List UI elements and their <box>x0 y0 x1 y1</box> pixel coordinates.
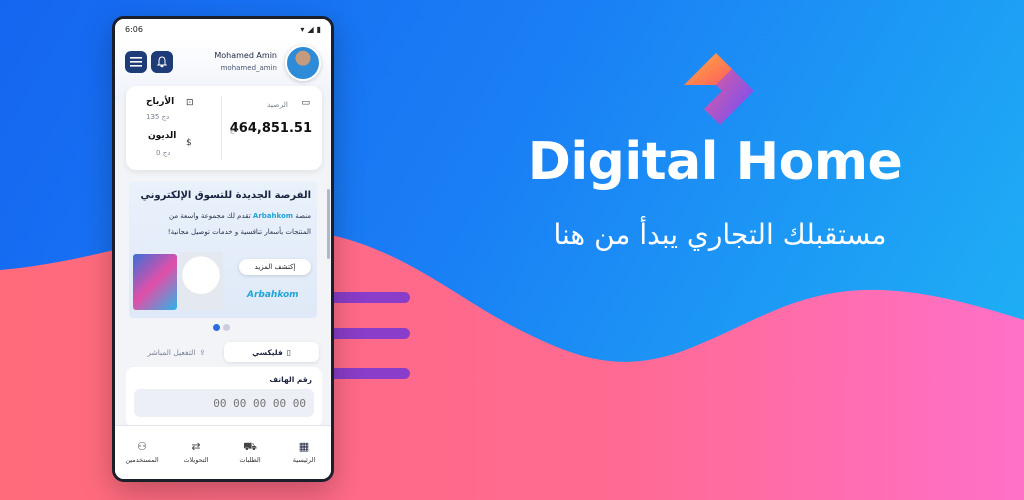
chevron-logo-icon <box>684 53 754 125</box>
money-bag-icon: $ <box>186 138 192 148</box>
menu-button[interactable] <box>125 51 147 73</box>
tab-direct-activation[interactable]: التفعيل المباشر ⇪ <box>129 342 224 362</box>
brand-tagline: مستقبلك التجاري يبدأ من هنا <box>553 218 887 251</box>
battery-icon: ▮ <box>316 24 321 34</box>
nav-orders[interactable]: ⛟ الطلبات <box>223 426 277 479</box>
debts-amount: 0 دج <box>156 149 171 157</box>
earnings-label: الأرباح <box>146 97 175 107</box>
phone-mockup: 6:06 ▾ ◢ ▮ Mohamed Amin mohamed_amin ▭ ا… <box>112 16 334 482</box>
user-handle: mohamed_amin <box>220 64 277 72</box>
balance-card: ▭ الرصيد 464,851.51 دج ⊡ الأرباح 135 دج … <box>126 86 322 170</box>
cart-icon: ⛟ <box>243 440 257 453</box>
decorative-dash <box>326 292 410 303</box>
tab-label: فليكسي <box>252 347 283 357</box>
wifi-icon: ▾ <box>300 24 305 34</box>
tab-flexy[interactable]: فليكسي ▯ <box>224 342 319 362</box>
promo-banner[interactable]: الفرصة الجديدة للتسوق الإلكتروني منصة Ar… <box>129 182 317 318</box>
balance-amount: 464,851.51 <box>229 121 312 136</box>
nav-transfers[interactable]: ⇄ التحويلات <box>169 426 223 479</box>
status-bar: 6:06 ▾ ◢ ▮ <box>115 19 331 39</box>
banner-brand-name: Arbahkom <box>252 212 294 220</box>
transfer-icon: ⇄ <box>191 440 201 453</box>
banner-text: تقدم لك مجموعة واسعة من <box>168 212 253 220</box>
card-divider <box>221 96 222 160</box>
grid-icon: ▦ <box>298 440 310 453</box>
card-icon: ▭ <box>301 98 310 108</box>
hamburger-icon <box>130 57 142 67</box>
decorative-dash <box>326 328 410 339</box>
balance-label: الرصيد <box>266 100 288 109</box>
nav-label: التحويلات <box>183 456 209 464</box>
earnings-amount: 135 دج <box>146 113 170 121</box>
bell-icon <box>156 56 168 68</box>
recharge-tabs: التفعيل المباشر ⇪ فليكسي ▯ <box>129 342 319 362</box>
wallet-icon: ⊡ <box>186 98 194 108</box>
phone-number-label: رقم الهاتف <box>269 375 312 384</box>
product-image-phones <box>133 254 177 310</box>
phone-number-panel: رقم الهاتف <box>126 367 322 427</box>
debts-label: الديون <box>148 131 177 141</box>
nav-label: الطلبات <box>239 456 261 464</box>
user-name: Mohamed Amin <box>214 51 277 60</box>
carousel-dot[interactable] <box>223 324 230 331</box>
phone-number-input[interactable] <box>134 389 314 417</box>
decorative-dash <box>326 368 410 379</box>
avatar[interactable] <box>285 45 321 81</box>
arbahkom-logo: Arbahkom <box>247 290 299 300</box>
carousel-dot[interactable] <box>213 324 220 331</box>
banner-line-2: المنتجات بأسعار تنافسية و خدمات توصيل مج… <box>167 228 311 236</box>
scrollbar[interactable] <box>327 189 330 259</box>
banner-text: منصة <box>293 212 311 220</box>
signal-icon: ◢ <box>307 24 314 34</box>
status-time: 6:06 <box>125 24 143 34</box>
upload-icon: ⇪ <box>199 347 206 357</box>
notifications-button[interactable] <box>151 51 173 73</box>
nav-users[interactable]: ⚇ المستخدمين <box>115 426 169 479</box>
user-icon: ⚇ <box>137 440 147 453</box>
nav-label: المستخدمين <box>125 456 159 464</box>
bottom-navigation: ⚇ المستخدمين ⇄ التحويلات ⛟ الطلبات ▦ الر… <box>115 425 331 479</box>
banner-title: الفرصة الجديدة للتسوق الإلكتروني <box>140 190 311 201</box>
discover-more-button[interactable]: إكتشف المزيد <box>239 259 311 275</box>
nav-label: الرئيسية <box>292 456 316 464</box>
brand-title: Digital Home <box>527 132 903 192</box>
nav-home[interactable]: ▦ الرئيسية <box>277 426 331 479</box>
mobile-icon: ▯ <box>286 347 291 357</box>
product-image-airpods <box>179 252 223 310</box>
tab-label: التفعيل المباشر <box>147 347 196 357</box>
balance-currency: دج <box>230 126 238 134</box>
carousel-indicator[interactable] <box>213 324 230 331</box>
banner-line-1: منصة Arbahkom تقدم لك مجموعة واسعة من <box>169 212 311 220</box>
